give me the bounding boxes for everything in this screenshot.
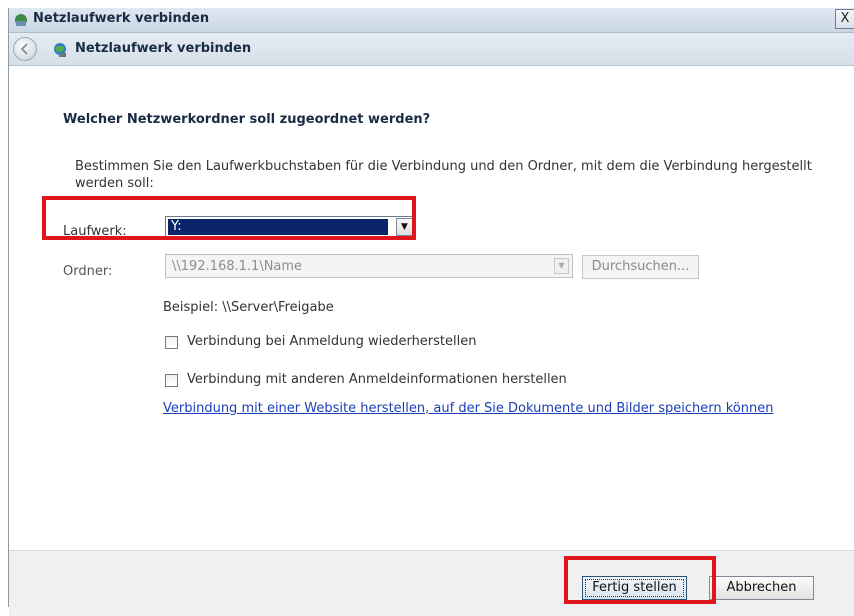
- other-credentials-label[interactable]: Verbindung mit anderen Anmeldeinformatio…: [187, 372, 567, 387]
- page-heading: Welcher Netzwerkordner soll zugeordnet w…: [63, 112, 431, 127]
- website-connect-link[interactable]: Verbindung mit einer Website herstellen,…: [163, 400, 803, 418]
- network-globe-icon: [54, 43, 66, 57]
- folder-value: \\192.168.1.1\Name: [172, 259, 303, 274]
- title-bar: Netzlaufwerk verbinden X: [9, 8, 854, 33]
- map-network-drive-window: Netzlaufwerk verbinden X Netzlaufwerk ve…: [8, 8, 854, 616]
- window-title: Netzlaufwerk verbinden: [33, 11, 210, 26]
- other-credentials-checkbox[interactable]: [165, 374, 178, 387]
- close-button[interactable]: X: [835, 9, 854, 29]
- back-button[interactable]: [13, 37, 37, 61]
- chevron-down-icon: ▼: [558, 261, 565, 270]
- example-text: Beispiel: \\Server\Freigabe: [163, 300, 334, 315]
- browse-button[interactable]: Durchsuchen...: [582, 255, 699, 279]
- finish-highlight-frame: [564, 556, 716, 604]
- instruction-text: Bestimmen Sie den Laufwerkbuchstaben für…: [75, 159, 812, 191]
- reconnect-label[interactable]: Verbindung bei Anmeldung wiederherstelle…: [187, 334, 476, 349]
- folder-input[interactable]: \\192.168.1.1\Name ▼: [165, 254, 573, 278]
- wizard-title: Netzlaufwerk verbinden: [75, 41, 252, 56]
- back-arrow-icon: [20, 43, 28, 55]
- close-icon: X: [840, 11, 850, 26]
- folder-label: Ordner:: [63, 264, 113, 279]
- network-drive-icon: [15, 14, 27, 26]
- reconnect-checkbox[interactable]: [165, 336, 178, 349]
- folder-dropdown-button[interactable]: ▼: [554, 258, 569, 274]
- cancel-button[interactable]: Abbrechen: [709, 576, 814, 600]
- navigation-bar: Netzlaufwerk verbinden: [9, 33, 854, 66]
- drive-highlight-frame: [42, 196, 416, 240]
